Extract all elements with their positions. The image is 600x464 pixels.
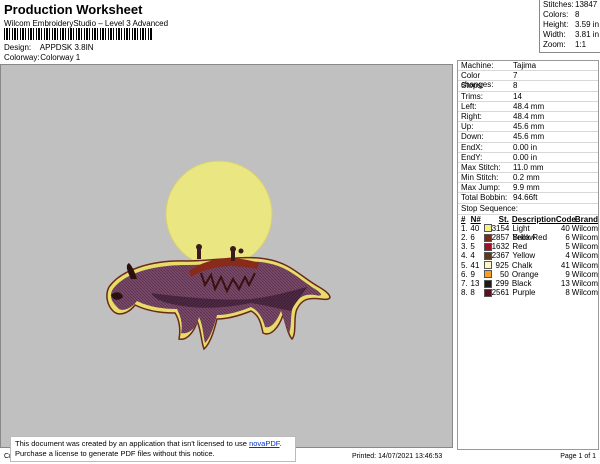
- colorway-value: Colorway 1: [40, 53, 81, 62]
- prop-row: Left: 48.4 mm: [458, 102, 598, 112]
- color-swatch-box: [483, 251, 492, 260]
- stop-row: 3. 5 1632 Red 5 Wilcom: [461, 242, 598, 252]
- color-swatch: [483, 288, 492, 297]
- prop-row: Max Jump: 9.9 mm: [458, 183, 598, 194]
- stop-row: 7. 13 299 Black 13 Wilcom: [461, 278, 599, 288]
- printed-date: Printed: 14/07/2021 13:46:53: [352, 453, 443, 460]
- color-swatch-box: [483, 242, 492, 251]
- stop-row: 1. 40 3154 Light Yellow 40 Wilcom: [461, 223, 598, 243]
- prop-row: Stops: 8: [458, 81, 598, 92]
- stop-row: 6. 9 50 Orange 9 Wilcom: [461, 269, 599, 279]
- stat-row: Height: 3.59 in: [543, 20, 600, 29]
- color-swatch-box: [483, 288, 492, 297]
- notice-line-1: This document was created by an applicat…: [15, 439, 282, 448]
- color-swatch-box: [483, 224, 492, 233]
- barcode: [4, 28, 152, 40]
- color-swatch-box: [483, 279, 492, 288]
- color-swatch: [483, 224, 492, 233]
- stop-sequence-rows: 1. 40 3154 Light Yellow 40 Wilcom 2. 6 2857 Brick…: [458, 224, 598, 298]
- rider-3: [238, 248, 244, 254]
- colorway-line: Colorway: Colorway 1: [4, 53, 80, 62]
- prop-row: Down: 45.6 mm: [458, 132, 598, 143]
- stop-row: 5. 41 925 Chalk 41 Wilcom: [461, 260, 599, 270]
- color-swatch: [483, 233, 492, 242]
- stop-sequence-title: Stop Sequence:: [458, 204, 598, 215]
- prop-row: Right: 48.4 mm: [458, 112, 598, 123]
- prop-row: Up: 45.6 mm: [458, 122, 598, 133]
- color-swatch: [483, 270, 492, 279]
- prop-row: Total Bobbin: 94.66ft: [458, 193, 598, 204]
- notice-line-2: Purchase a license to generate PDF files…: [15, 449, 215, 458]
- stop-row: 2. 6 2857 Brick Red 6 Wilcom: [461, 233, 598, 242]
- color-swatch-box: [483, 261, 492, 270]
- stat-row: Colors: 8: [543, 10, 580, 19]
- stop-row: 8. 8 2561 Purple 8 Wilcom: [461, 288, 598, 298]
- color-swatch: [483, 242, 492, 251]
- properties-panel: Machine: Tajima Color changes: 7 Stops: 8 T…: [457, 60, 599, 450]
- stat-row: Stitches: 13847: [543, 0, 598, 9]
- stats-box: Stitches: 13847 Colors: 8 Height: 3.59 in W…: [539, 0, 600, 53]
- prop-row: Max Stitch: 11.0 mm: [458, 163, 598, 174]
- stat-row: Zoom: 1:1: [543, 40, 587, 49]
- stop-row: 4. 4 2367 Yellow 4 Wilcom: [461, 251, 598, 261]
- design-line: Design: APPDSK 3.8IN: [4, 43, 94, 52]
- stat-row: Width: 3.81 in: [543, 30, 600, 39]
- app-subtitle: Wilcom EmbroideryStudio – Level 3 Advanc…: [4, 19, 169, 28]
- design-label: Design:: [4, 43, 32, 52]
- color-swatch-box: [483, 233, 492, 242]
- rider-1-body: [197, 249, 201, 259]
- color-swatch-box: [483, 270, 492, 279]
- rider-2-body: [231, 251, 235, 261]
- prop-row: EndY: 0.00 in: [458, 153, 598, 163]
- design-preview: [0, 64, 453, 448]
- design-value: APPDSK 3.8IN: [39, 43, 94, 52]
- colorway-label: Colorway:: [4, 53, 40, 62]
- prop-row: Trims: 14: [458, 92, 598, 102]
- moon-circle: [165, 160, 273, 268]
- page-title: Production Worksheet: [4, 2, 143, 17]
- novapdf-link[interactable]: novaPDF: [249, 439, 279, 448]
- license-notice: This document was created by an applicat…: [10, 436, 296, 462]
- embroidery-design-image: [106, 160, 331, 351]
- prop-row: Min Stitch: 0.2 mm: [458, 173, 598, 184]
- color-swatch: [483, 279, 492, 288]
- color-swatch: [483, 261, 492, 270]
- prop-row: Color changes: 7: [458, 71, 598, 89]
- prop-row: Machine: Tajima: [458, 61, 598, 72]
- stop-sequence-header: # N# St. Description Code Brand: [461, 214, 598, 224]
- prop-row: EndX: 0.00 in: [458, 143, 598, 153]
- page-number: Page 1 of 1: [560, 453, 596, 460]
- color-swatch: [483, 251, 492, 260]
